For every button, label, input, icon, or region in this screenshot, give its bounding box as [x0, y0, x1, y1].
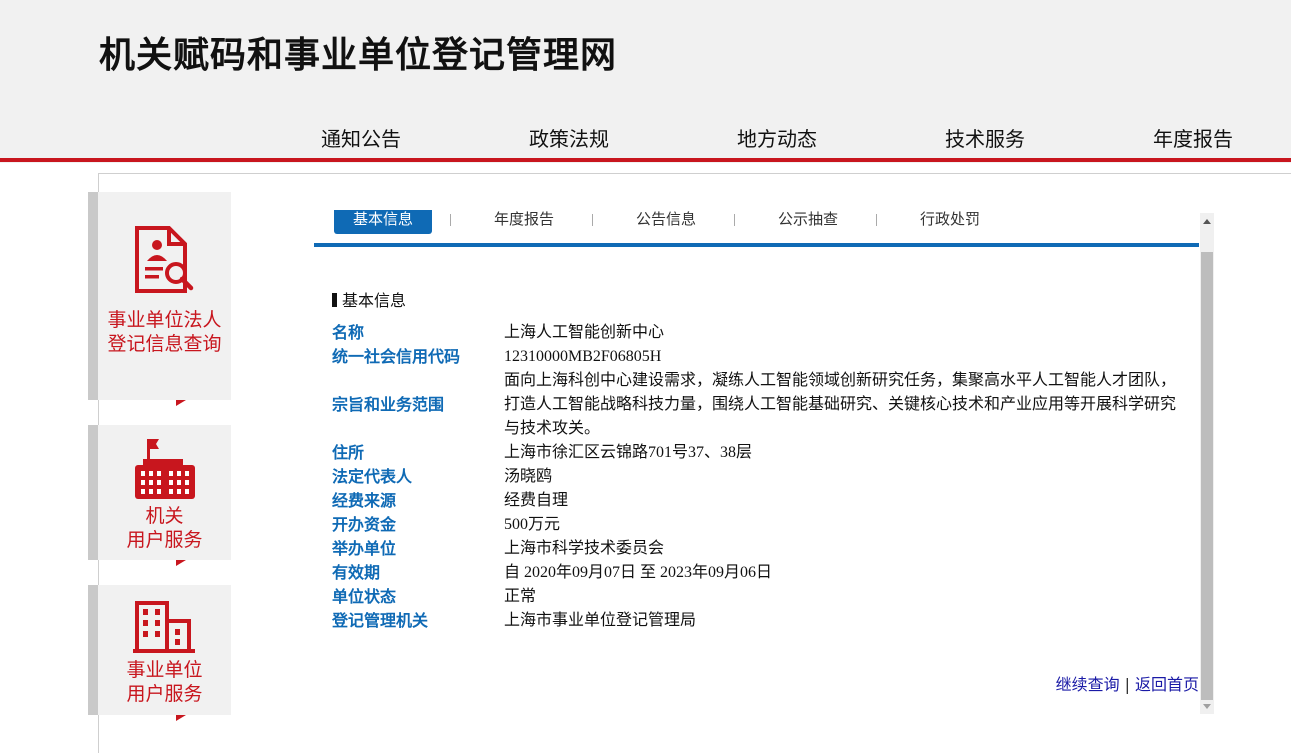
value-legal-representative: 汤晓鸥 — [504, 468, 553, 485]
site-title: 机关赋码和事业单位登记管理网 — [99, 35, 618, 76]
nav-policies[interactable]: 政策法规 — [529, 124, 609, 154]
card-label-line2: 用户服务 — [126, 529, 203, 551]
tab-basic-info[interactable]: 基本信息 — [334, 210, 432, 234]
sidebar-card-legal-person-query[interactable]: 事业单位法人 登记信息查询 — [88, 192, 231, 406]
label-name: 名称 — [332, 323, 365, 342]
nav-local-news[interactable]: 地方动态 — [737, 124, 817, 154]
scroll-thumb[interactable] — [1201, 252, 1213, 700]
nav-annual-report[interactable]: 年度报告 — [1153, 124, 1233, 154]
value-sponsor: 上海市科学技术委员会 — [504, 540, 665, 557]
label-start-capital: 开办资金 — [332, 515, 397, 534]
office-building-icon — [133, 599, 195, 659]
tab-annual-report[interactable]: 年度报告 — [474, 210, 574, 234]
value-name: 上海人工智能创新中心 — [504, 324, 665, 341]
nav-tech-service[interactable]: 技术服务 — [945, 124, 1025, 154]
continue-query-link[interactable]: 继续查询 — [1056, 675, 1120, 694]
label-status: 单位状态 — [332, 587, 397, 606]
scroll-up-arrow-icon[interactable] — [1200, 213, 1214, 230]
value-status: 正常 — [504, 588, 537, 605]
tab-administrative-penalty[interactable]: 行政处罚 — [900, 210, 1000, 234]
label-business-scope: 宗旨和业务范围 — [332, 395, 445, 414]
content-scrollbar[interactable] — [1200, 213, 1214, 714]
value-address: 上海市徐汇区云锦路701号37、38层 — [504, 444, 753, 461]
value-funding-source: 经费自理 — [504, 492, 569, 509]
label-sponsor: 举办单位 — [332, 539, 397, 558]
back-home-link[interactable]: 返回首页 — [1135, 675, 1199, 694]
tab-public-inspection[interactable]: 公示抽查 — [758, 210, 858, 234]
government-building-icon — [133, 437, 197, 505]
value-business-scope: 面向上海科创中心建设需求，凝练人工智能领域创新研究任务，集聚高水平人工智能人才团… — [504, 372, 1177, 437]
card-label-line2: 登记信息查询 — [107, 333, 222, 355]
card-label-line1: 事业单位 — [126, 659, 203, 681]
card-label-line2: 用户服务 — [126, 683, 203, 705]
section-title: 基本信息 — [332, 291, 406, 311]
label-registration-authority: 登记管理机关 — [332, 611, 429, 630]
label-address: 住所 — [332, 443, 365, 462]
value-validity: 自 2020年09月07日 至 2023年09月06日 — [504, 564, 773, 581]
person-search-icon — [133, 225, 195, 299]
value-start-capital: 500万元 — [504, 516, 561, 533]
main-nav: 通知公告 政策法规 地方动态 技术服务 年度报告 — [0, 124, 1291, 156]
nav-notices[interactable]: 通知公告 — [321, 124, 401, 154]
card-label-line1: 事业单位法人 — [107, 309, 222, 331]
site-header: 机关赋码和事业单位登记管理网 通知公告 政策法规 地方动态 技术服务 年度报告 — [0, 0, 1291, 163]
tab-announcements[interactable]: 公告信息 — [616, 210, 716, 234]
sidebar-card-government-user-service[interactable]: 机关 用户服务 — [88, 425, 231, 566]
label-credit-code: 统一社会信用代码 — [332, 347, 461, 366]
tab-underline — [314, 243, 1199, 247]
card-label-line1: 机关 — [145, 505, 184, 527]
section-title-text: 基本信息 — [342, 291, 407, 310]
link-separator: | — [1124, 675, 1130, 694]
section-marker — [332, 293, 337, 307]
label-legal-representative: 法定代表人 — [332, 467, 413, 486]
value-registration-authority: 上海市事业单位登记管理局 — [504, 612, 697, 629]
label-validity: 有效期 — [332, 563, 381, 582]
value-credit-code: 12310000MB2F06805H — [504, 348, 662, 365]
scroll-down-arrow-icon[interactable] — [1200, 700, 1214, 714]
label-funding-source: 经费来源 — [332, 491, 397, 510]
bottom-links: 继续查询 | 返回首页 — [1056, 674, 1199, 696]
sidebar-card-institution-user-service[interactable]: 事业单位 用户服务 — [88, 585, 231, 721]
content-frame-top — [99, 173, 1291, 174]
nav-divider — [0, 158, 1291, 162]
